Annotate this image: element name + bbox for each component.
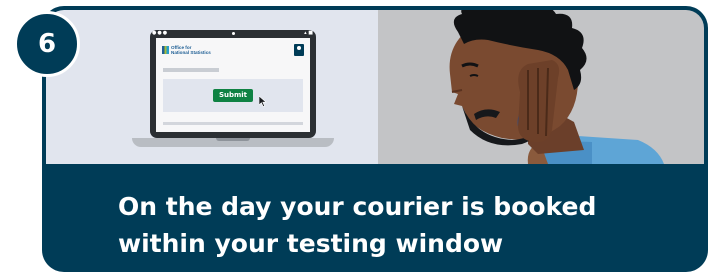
step-number-badge: 6 [14,11,80,77]
laptop-scene: ●●● ▴ ■ Office for National Statistics S… [46,10,378,164]
caption-line-1: On the day your courier is booked [118,192,597,221]
person-on-phone-illustration [449,10,664,164]
step-caption: On the day your courier is booked within… [118,188,708,262]
browser-status-icons: ▴ ■ [304,30,313,36]
placeholder-footer-line [163,122,303,125]
camera-dot [232,32,235,35]
placeholder-text-line [163,68,219,72]
logo-line-2: National Statistics [171,50,211,55]
laptop-notch [216,138,250,141]
step-card: ●●● ▴ ■ Office for National Statistics S… [42,6,708,272]
crest-icon [294,44,304,56]
submit-button[interactable]: Submit [213,89,253,102]
ons-logo-text: Office for National Statistics [171,45,231,55]
form-panel: Submit [163,79,303,112]
ons-logo-icon [162,46,169,54]
laptop: ●●● ▴ ■ Office for National Statistics S… [150,30,316,138]
phone-call-scene [378,10,704,164]
cursor-arrow-icon [259,96,267,107]
laptop-screen: Office for National Statistics Submit [156,38,310,132]
browser-dots: ●●● [152,30,169,36]
caption-line-2: within your testing window [118,229,504,258]
